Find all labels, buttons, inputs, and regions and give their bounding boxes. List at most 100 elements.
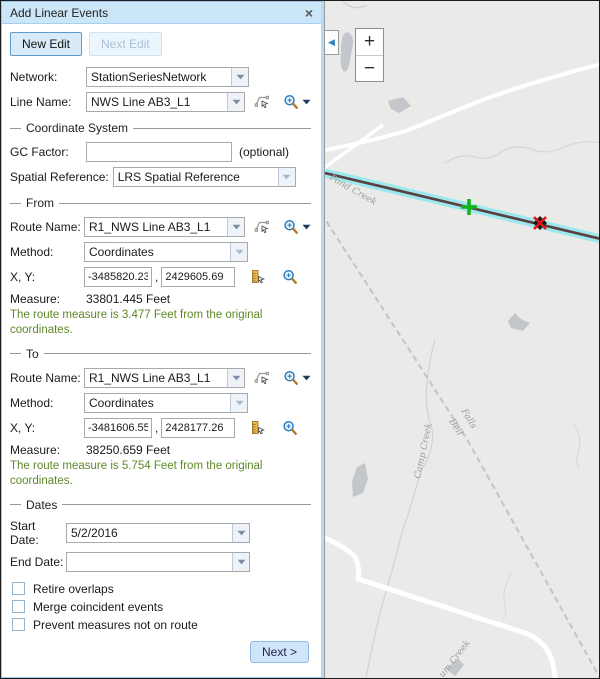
railroad xyxy=(325,213,600,678)
end-date-row: End Date: xyxy=(10,552,311,572)
road xyxy=(325,536,555,678)
prevent-measures-checkbox[interactable] xyxy=(12,618,25,631)
merge-coincident-label: Merge coincident events xyxy=(33,600,163,614)
gc-factor-input[interactable] xyxy=(86,142,232,162)
creek xyxy=(503,573,511,619)
chevron-down-icon[interactable] xyxy=(227,93,244,111)
to-route-name-row: Route Name: R1_NWS Line AB3_L1 xyxy=(10,368,311,388)
section-coordinate-system: Coordinate System xyxy=(10,121,311,135)
zoom-to-route-icon[interactable] xyxy=(283,370,299,386)
end-date-label: End Date: xyxy=(10,555,66,569)
merge-coincident-checkbox[interactable] xyxy=(12,600,25,613)
to-measure-value: 38250.659 Feet xyxy=(86,443,170,457)
from-route-name-dropdown[interactable]: R1_NWS Line AB3_L1 xyxy=(84,217,245,237)
chevron-down-icon[interactable] xyxy=(231,68,248,86)
next-edit-button: Next Edit xyxy=(89,32,162,56)
new-edit-button[interactable]: New Edit xyxy=(10,32,82,56)
from-measure-label: Measure: xyxy=(10,292,86,306)
gc-factor-label: GC Factor: xyxy=(10,145,86,159)
retire-overlaps-row: Retire overlaps xyxy=(12,582,311,596)
line-name-dropdown[interactable]: NWS Line AB3_L1 xyxy=(86,92,245,112)
chevron-down-icon[interactable] xyxy=(227,218,244,236)
gc-factor-row: GC Factor: (optional) xyxy=(10,142,311,162)
pond xyxy=(341,32,353,71)
to-measure-hint: The route measure is 5.754 Feet from the… xyxy=(10,459,311,489)
pond xyxy=(508,313,530,331)
to-method-row: Method: Coordinates xyxy=(10,393,311,413)
chevron-down-icon[interactable] xyxy=(232,524,249,542)
creek xyxy=(445,142,600,163)
to-method-label: Method: xyxy=(10,396,84,410)
spatial-reference-label: Spatial Reference: xyxy=(10,170,109,184)
line-name-row: Line Name: NWS Line AB3_L1 xyxy=(10,92,311,112)
creek-camp xyxy=(366,339,435,678)
from-method-label: Method: xyxy=(10,245,84,259)
section-to: To xyxy=(10,347,311,361)
to-measure-label: Measure: xyxy=(10,443,86,457)
zoom-to-line-icon[interactable] xyxy=(283,94,299,110)
chevron-down-icon[interactable] xyxy=(230,394,247,412)
chevron-down-icon[interactable] xyxy=(230,243,247,261)
add-linear-events-panel: Add Linear Events × New Edit Next Edit N… xyxy=(1,1,324,678)
to-measure-row: Measure: 38250.659 Feet xyxy=(10,443,311,457)
zoom-to-point-icon[interactable] xyxy=(282,420,298,436)
retire-overlaps-checkbox[interactable] xyxy=(12,582,25,595)
zoom-in-button[interactable]: + xyxy=(356,29,383,55)
retire-overlaps-label: Retire overlaps xyxy=(33,582,114,596)
to-route-name-label: Route Name: xyxy=(10,371,84,385)
to-point-marker[interactable] xyxy=(533,216,547,230)
pick-coordinates-icon[interactable] xyxy=(250,420,266,436)
select-line-on-map-icon[interactable] xyxy=(254,94,270,110)
from-measure-value: 33801.445 Feet xyxy=(86,292,170,306)
spatial-reference-dropdown[interactable]: LRS Spatial Reference xyxy=(113,167,296,187)
prevent-measures-label: Prevent measures not on route xyxy=(33,618,198,632)
select-route-on-map-icon[interactable] xyxy=(254,219,270,235)
prevent-measures-row: Prevent measures not on route xyxy=(12,618,311,632)
panel-body: New Edit Next Edit Network: StationSerie… xyxy=(2,24,321,663)
start-date-row: Start Date: 5/2/2016 xyxy=(10,519,311,547)
select-route-on-map-icon[interactable] xyxy=(254,370,270,386)
collapse-arrow-icon: ◀ xyxy=(328,37,335,48)
next-button[interactable]: Next > xyxy=(250,641,309,663)
zoom-to-point-icon[interactable] xyxy=(282,269,298,285)
start-date-dropdown[interactable]: 5/2/2016 xyxy=(66,523,250,543)
creek xyxy=(343,1,367,8)
chevron-down-icon[interactable] xyxy=(232,553,249,571)
end-date-dropdown[interactable] xyxy=(66,552,250,572)
from-x-input[interactable] xyxy=(84,267,152,287)
map-label-bell: Bell xyxy=(446,416,464,437)
to-xy-label: X, Y: xyxy=(10,421,84,435)
section-dates: Dates xyxy=(10,498,311,512)
from-route-name-label: Route Name: xyxy=(10,220,84,234)
from-xy-label: X, Y: xyxy=(10,270,84,284)
from-measure-hint: The route measure is 3.477 Feet from the… xyxy=(10,308,311,338)
zoom-options-caret-icon[interactable] xyxy=(302,99,311,105)
chevron-down-icon[interactable] xyxy=(278,168,295,186)
map-viewport[interactable]: Pond Creek Falls Bell Camp Creek um Cree… xyxy=(324,1,600,678)
from-route-name-row: Route Name: R1_NWS Line AB3_L1 xyxy=(10,217,311,237)
to-x-input[interactable] xyxy=(84,418,152,438)
zoom-out-button[interactable]: − xyxy=(356,55,383,81)
from-method-dropdown[interactable]: Coordinates xyxy=(84,242,248,262)
from-method-row: Method: Coordinates xyxy=(10,242,311,262)
from-y-input[interactable] xyxy=(161,267,235,287)
basemap: Pond Creek Falls Bell Camp Creek um Cree… xyxy=(325,1,600,678)
pick-coordinates-icon[interactable] xyxy=(250,269,266,285)
section-from: From xyxy=(10,196,311,210)
network-label: Network: xyxy=(10,70,86,84)
start-date-label: Start Date: xyxy=(10,519,66,547)
zoom-options-caret-icon[interactable] xyxy=(302,375,311,381)
from-measure-row: Measure: 33801.445 Feet xyxy=(10,292,311,306)
zoom-to-route-icon[interactable] xyxy=(283,219,299,235)
zoom-options-caret-icon[interactable] xyxy=(302,224,311,230)
close-icon[interactable]: × xyxy=(305,6,313,20)
optional-note: (optional) xyxy=(239,145,289,159)
network-dropdown[interactable]: StationSeriesNetwork xyxy=(86,67,249,87)
to-route-name-dropdown[interactable]: R1_NWS Line AB3_L1 xyxy=(84,368,245,388)
map-zoom-control: + − xyxy=(355,28,384,82)
panel-collapse-tab[interactable]: ◀ xyxy=(325,30,339,55)
chevron-down-icon[interactable] xyxy=(227,369,244,387)
to-y-input[interactable] xyxy=(161,418,235,438)
to-method-dropdown[interactable]: Coordinates xyxy=(84,393,248,413)
line-name-label: Line Name: xyxy=(10,95,86,109)
